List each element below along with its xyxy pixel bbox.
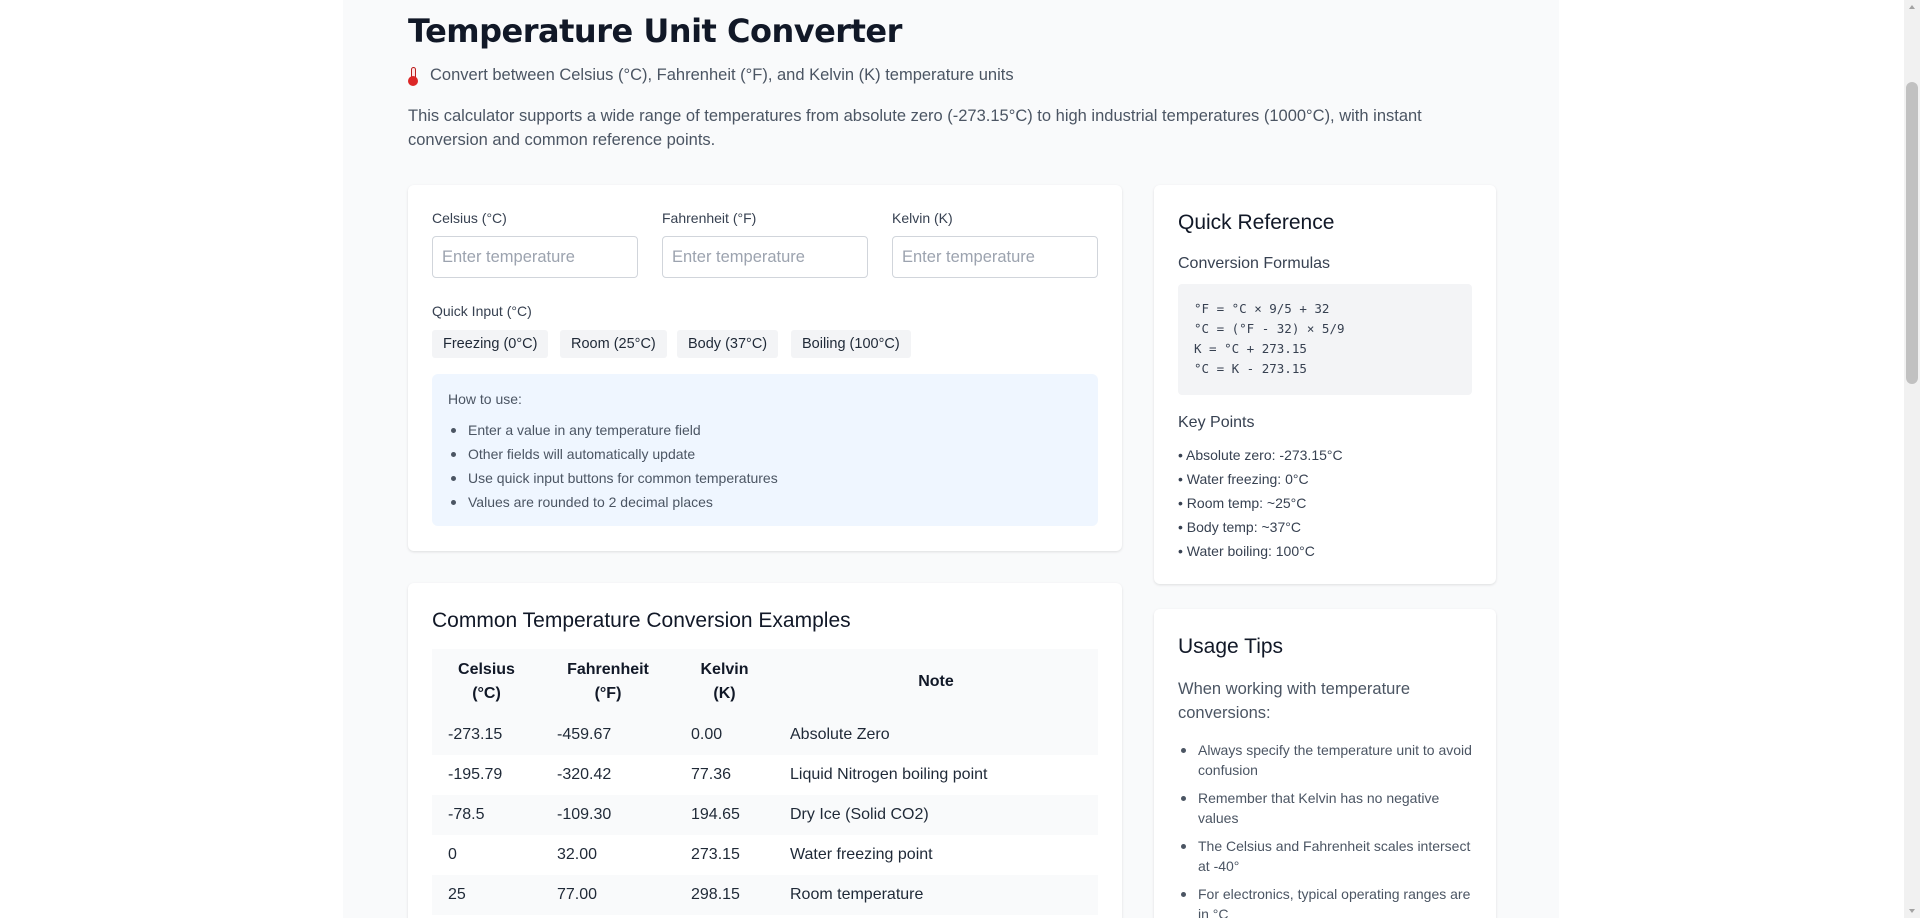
table-row: 0 32.00 273.15 Water freezing point (432, 835, 1098, 875)
table-header-row: Celsius (°C) Fahrenheit (°F) Kelvin (K) … (432, 649, 1098, 715)
cell-note: Water freezing point (774, 835, 1098, 875)
cell-note: Liquid Nitrogen boiling point (774, 755, 1098, 795)
page-subtitle: Convert between Celsius (°C), Fahrenheit… (408, 66, 1014, 86)
list-item: • Water boiling: 100°C (1178, 543, 1315, 559)
thermometer-icon (408, 66, 418, 86)
list-item: Use quick input buttons for common tempe… (448, 466, 1082, 490)
cell-celsius: -195.79 (432, 755, 541, 795)
cell-kelvin: 194.65 (675, 795, 774, 835)
list-item: For electronics, typical operating range… (1178, 884, 1472, 918)
column-header-note: Note (774, 649, 1098, 715)
converter-card: Celsius (°C) Fahrenheit (°F) Kelvin (K) … (408, 185, 1122, 551)
key-points-list: • Absolute zero: -273.15°C • Water freez… (1178, 443, 1343, 563)
quick-reference-title: Quick Reference (1178, 211, 1335, 234)
cell-celsius: -273.15 (432, 715, 541, 755)
cell-fahrenheit: -320.42 (541, 755, 675, 795)
quick-input-label: Quick Input (°C) (432, 303, 532, 319)
scroll-up-arrow-icon[interactable] (1909, 5, 1915, 9)
celsius-label: Celsius (°C) (432, 210, 507, 226)
how-to-use-title: How to use: (448, 391, 522, 407)
formula-box: °F = °C × 9/5 + 32 °C = (°F - 32) × 5/9 … (1178, 284, 1472, 395)
key-points-title: Key Points (1178, 414, 1255, 431)
cell-kelvin: 0.00 (675, 715, 774, 755)
scroll-down-arrow-icon[interactable] (1909, 909, 1915, 913)
cell-kelvin: 298.15 (675, 875, 774, 915)
cell-celsius: 0 (432, 835, 541, 875)
quick-room-button[interactable]: Room (25°C) (560, 330, 667, 358)
column-header-celsius: Celsius (°C) (432, 649, 541, 715)
kelvin-input[interactable] (892, 236, 1098, 278)
table-row: -273.15 -459.67 0.00 Absolute Zero (432, 715, 1098, 755)
subtitle-text: Convert between Celsius (°C), Fahrenheit… (430, 66, 1014, 84)
celsius-input[interactable] (432, 236, 638, 278)
list-item: Always specify the temperature unit to a… (1178, 740, 1472, 780)
list-item: Remember that Kelvin has no negative val… (1178, 788, 1472, 828)
formula-line: °C = K - 273.15 (1194, 361, 1307, 376)
conversion-formulas-title: Conversion Formulas (1178, 255, 1331, 272)
cell-fahrenheit: 77.00 (541, 875, 675, 915)
quick-boiling-button[interactable]: Boiling (100°C) (791, 330, 911, 358)
cell-note: Absolute Zero (774, 715, 1098, 755)
kelvin-label: Kelvin (K) (892, 210, 953, 226)
page-description: This calculator supports a wide range of… (408, 107, 1422, 149)
scrollbar-thumb[interactable] (1906, 82, 1918, 384)
list-item: • Water freezing: 0°C (1178, 471, 1309, 487)
fahrenheit-label: Fahrenheit (°F) (662, 210, 757, 226)
cell-celsius: -78.5 (432, 795, 541, 835)
cell-fahrenheit: 32.00 (541, 835, 675, 875)
list-item: Enter a value in any temperature field (448, 418, 1082, 442)
table-row: -78.5 -109.30 194.65 Dry Ice (Solid CO2) (432, 795, 1098, 835)
usage-tips-list: Always specify the temperature unit to a… (1178, 740, 1472, 918)
examples-card: Common Temperature Conversion Examples C… (408, 583, 1122, 918)
formula-line: °C = (°F - 32) × 5/9 (1194, 321, 1345, 336)
cell-fahrenheit: -109.30 (541, 795, 675, 835)
cell-note: Room temperature (774, 875, 1098, 915)
cell-kelvin: 273.15 (675, 835, 774, 875)
column-header-kelvin: Kelvin (K) (675, 649, 774, 715)
cell-note: Dry Ice (Solid CO2) (774, 795, 1098, 835)
list-item: • Room temp: ~25°C (1178, 495, 1307, 511)
examples-table: Celsius (°C) Fahrenheit (°F) Kelvin (K) … (432, 649, 1098, 915)
usage-tips-card: Usage Tips When working with temperature… (1154, 609, 1496, 918)
usage-tips-title: Usage Tips (1178, 635, 1284, 658)
list-item: • Absolute zero: -273.15°C (1178, 447, 1343, 463)
page-title: Temperature Unit Converter (408, 12, 902, 50)
quick-body-button[interactable]: Body (37°C) (677, 330, 779, 358)
how-to-use-box: How to use: Enter a value in any tempera… (432, 374, 1098, 526)
quick-reference-card: Quick Reference Conversion Formulas °F =… (1154, 185, 1496, 584)
examples-title: Common Temperature Conversion Examples (432, 609, 851, 632)
usage-tips-intro: When working with temperature conversion… (1178, 680, 1411, 722)
table-row: -195.79 -320.42 77.36 Liquid Nitrogen bo… (432, 755, 1098, 795)
cell-celsius: 25 (432, 875, 541, 915)
formula-line: °F = °C × 9/5 + 32 (1194, 301, 1330, 316)
cell-kelvin: 77.36 (675, 755, 774, 795)
list-item: Other fields will automatically update (448, 442, 1082, 466)
cell-fahrenheit: -459.67 (541, 715, 675, 755)
quick-freezing-button[interactable]: Freezing (0°C) (432, 330, 549, 358)
list-item: The Celsius and Fahrenheit scales inters… (1178, 836, 1472, 876)
table-row: 25 77.00 298.15 Room temperature (432, 875, 1098, 915)
formula-line: K = °C + 273.15 (1194, 341, 1307, 356)
column-header-fahrenheit: Fahrenheit (°F) (541, 649, 675, 715)
fahrenheit-input[interactable] (662, 236, 868, 278)
list-item: • Body temp: ~37°C (1178, 519, 1301, 535)
how-to-use-list: Enter a value in any temperature field O… (448, 418, 1082, 514)
list-item: Values are rounded to 2 decimal places (448, 490, 1082, 514)
